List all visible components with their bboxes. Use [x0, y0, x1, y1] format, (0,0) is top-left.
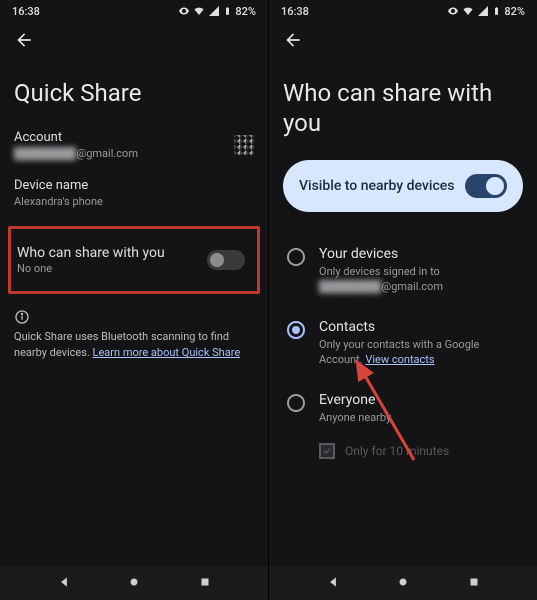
nav-recent-icon[interactable]	[198, 574, 212, 593]
highlight-annotation: Who can share with you No one	[8, 226, 260, 294]
account-email-masked: ████████	[14, 147, 76, 160]
device-name-row[interactable]: Device name Alexandra's phone	[14, 178, 254, 208]
battery-icon	[492, 4, 501, 18]
opt-title: Your devices	[319, 246, 443, 262]
screen-quick-share: 16:38 82% Quick Share Account ████████@g…	[0, 0, 268, 600]
visibility-pill[interactable]: Visible to nearby devices	[283, 160, 523, 212]
radio-icon[interactable]	[287, 248, 305, 266]
account-email-domain: @gmail.com	[76, 147, 138, 160]
status-icons: 82%	[178, 4, 256, 18]
nav-home-icon[interactable]	[127, 574, 141, 593]
nav-bar	[0, 566, 268, 600]
battery-percent: 82%	[504, 5, 525, 18]
signal-icon	[477, 5, 489, 17]
nav-home-icon[interactable]	[396, 574, 410, 593]
opt-sub: Anyone nearby	[319, 410, 391, 425]
page-title: Quick Share	[14, 78, 254, 108]
eye-icon	[178, 5, 190, 17]
checkbox-icon	[319, 443, 335, 459]
learn-more-link[interactable]: Learn more about Quick Share	[93, 346, 241, 359]
share-title: Who can share with you	[17, 245, 207, 261]
option-everyone[interactable]: Everyone Anyone nearby	[283, 384, 523, 441]
only-10-min-row: Only for 10 minutes	[283, 441, 523, 459]
device-label: Device name	[14, 178, 254, 193]
who-can-share-row[interactable]: Who can share with you No one	[17, 235, 251, 285]
back-icon[interactable]	[14, 35, 34, 54]
info-row	[14, 308, 254, 329]
status-bar: 16:38 82%	[269, 0, 537, 20]
option-your-devices[interactable]: Your devices Only devices signed in to █…	[283, 238, 523, 311]
page-title: Who can share with you	[283, 78, 523, 138]
option-contacts[interactable]: Contacts Only your contacts with a Googl…	[283, 311, 523, 384]
status-bar: 16:38 82%	[0, 0, 268, 20]
opt-title: Everyone	[319, 392, 391, 408]
status-icons: 82%	[447, 4, 525, 18]
radio-icon[interactable]	[287, 321, 305, 339]
screen-share-options: 16:38 82% Who can share with you Visible…	[268, 0, 537, 600]
nav-recent-icon[interactable]	[467, 574, 481, 593]
opt-title: Contacts	[319, 319, 523, 335]
avatar	[234, 135, 254, 155]
checkbox-label: Only for 10 minutes	[345, 444, 449, 458]
info-icon	[14, 308, 30, 329]
nav-bar	[269, 566, 537, 600]
wifi-icon	[193, 5, 205, 17]
wifi-icon	[462, 5, 474, 17]
back-icon[interactable]	[283, 35, 303, 54]
eye-icon	[447, 5, 459, 17]
share-toggle[interactable]	[207, 250, 245, 270]
signal-icon	[208, 5, 220, 17]
device-value: Alexandra's phone	[14, 195, 254, 208]
battery-percent: 82%	[235, 5, 256, 18]
pill-label: Visible to nearby devices	[299, 178, 454, 194]
share-sub: No one	[17, 262, 207, 275]
nav-back-icon[interactable]	[326, 574, 340, 593]
radio-icon[interactable]	[287, 394, 305, 412]
account-label: Account	[14, 130, 138, 145]
status-time: 16:38	[12, 5, 40, 18]
battery-icon	[223, 4, 232, 18]
view-contacts-link[interactable]: View contacts	[365, 353, 434, 366]
nav-back-icon[interactable]	[57, 574, 71, 593]
account-row[interactable]: Account ████████@gmail.com	[14, 130, 254, 160]
visibility-toggle[interactable]	[465, 174, 507, 198]
info-text: Quick Share uses Bluetooth scanning to f…	[14, 329, 254, 361]
status-time: 16:38	[281, 5, 309, 18]
